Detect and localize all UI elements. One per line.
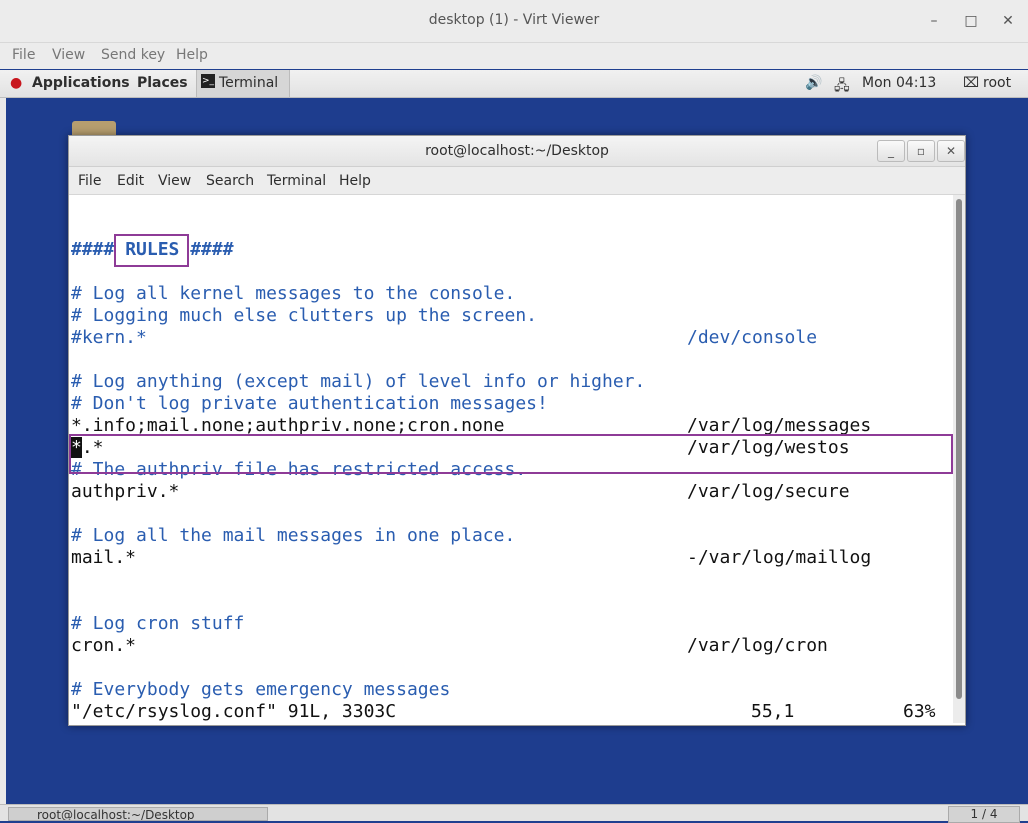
taskbar-window-button[interactable]: root@localhost:~/Desktop [8, 807, 268, 821]
volume-icon[interactable]: 🔊 [805, 75, 822, 91]
comment-line: # Log cron stuff [71, 613, 245, 634]
terminal-title: root@localhost:~/Desktop [425, 143, 609, 159]
terminal-menu-help[interactable]: Help [339, 173, 371, 189]
viewer-minimize-button[interactable]: – [922, 10, 946, 32]
config-line-cron: cron.* [71, 635, 137, 656]
terminal-menu-file[interactable]: File [78, 173, 101, 189]
viewer-title: desktop (1) - Virt Viewer [428, 12, 600, 28]
terminal-close-button[interactable]: ✕ [937, 140, 965, 162]
terminal-scrollbar[interactable] [953, 195, 965, 723]
terminal-menu-search[interactable]: Search [206, 173, 254, 189]
bottom-taskbar: root@localhost:~/Desktop 1 / 4 [0, 804, 1028, 823]
viewer-close-button[interactable]: ✕ [996, 10, 1020, 32]
terminal-menu-edit[interactable]: Edit [117, 173, 144, 189]
vim-status-position: 55,1 [751, 701, 795, 722]
comment-line: # Logging much else clutters up the scre… [71, 305, 537, 326]
comment-line: # Everybody gets emergency messages [71, 679, 451, 700]
config-path-secure: /var/log/secure [687, 481, 850, 502]
network-icon[interactable]: 🖧 [834, 75, 850, 99]
viewer-menubar: File View Send key Help [0, 43, 1028, 69]
terminal-menu-terminal[interactable]: Terminal [267, 173, 326, 189]
comment-line: # Log all the mail messages in one place… [71, 525, 516, 546]
viewer-menu-help[interactable]: Help [176, 47, 208, 63]
westos-highlight-box [69, 434, 953, 474]
viewer-maximize-button[interactable]: □ [959, 10, 983, 32]
terminal-maximize-button[interactable]: ▫ [907, 140, 935, 162]
applications-menu[interactable]: Applications [32, 75, 130, 91]
terminal-menubar: File Edit View Search Terminal Help [69, 167, 965, 195]
terminal-minimize-button[interactable]: _ [877, 140, 905, 162]
comment-line: # Log all kernel messages to the console… [71, 283, 516, 304]
vim-status-percent: 63% [903, 701, 936, 722]
viewer-menu-file[interactable]: File [12, 47, 35, 63]
redhat-icon: ● [10, 75, 23, 91]
vim-status-file: "/etc/rsyslog.conf" 91L, 3303C [71, 701, 397, 722]
rules-highlight-box [114, 234, 189, 267]
comment-line: # Don't log private authentication messa… [71, 393, 548, 414]
comment-line: # Log anything (except mail) of level in… [71, 371, 646, 392]
scrollbar-thumb[interactable] [956, 199, 962, 699]
user-icon: ⌧ [963, 75, 980, 91]
viewer-titlebar: desktop (1) - Virt Viewer – □ ✕ [0, 0, 1028, 43]
config-line-mail: mail.* [71, 547, 137, 568]
terminal-icon: >_ [201, 74, 215, 88]
config-path-maillog: -/var/log/maillog [687, 547, 872, 568]
terminal-titlebar[interactable]: root@localhost:~/Desktop _ ▫ ✕ [69, 136, 965, 167]
config-path-console: /dev/console [687, 327, 818, 348]
terminal-menu-view[interactable]: View [158, 173, 191, 189]
config-line-kern: #kern.* [71, 327, 147, 348]
terminal-window: root@localhost:~/Desktop _ ▫ ✕ File Edit… [68, 135, 966, 726]
clock[interactable]: Mon 04:13 [862, 75, 936, 91]
terminal-task-button[interactable]: >_ Terminal [196, 70, 290, 97]
viewer-menu-view[interactable]: View [52, 47, 85, 63]
workspace-indicator[interactable]: 1 / 4 [948, 806, 1020, 823]
terminal-text-area[interactable]: #### RULES #### # Log all kernel message… [69, 195, 953, 723]
viewer-menu-send-key[interactable]: Send key [101, 47, 165, 63]
terminal-task-label: Terminal [219, 75, 279, 91]
config-path-cron: /var/log/cron [687, 635, 828, 656]
places-menu[interactable]: Places [137, 75, 188, 91]
gnome-top-panel: ● Applications Places >_ Terminal 🔊 🖧 Mo… [0, 70, 1028, 98]
user-menu[interactable]: root [983, 75, 1011, 91]
background-window-edge [0, 98, 6, 804]
config-line-authpriv: authpriv.* [71, 481, 180, 502]
